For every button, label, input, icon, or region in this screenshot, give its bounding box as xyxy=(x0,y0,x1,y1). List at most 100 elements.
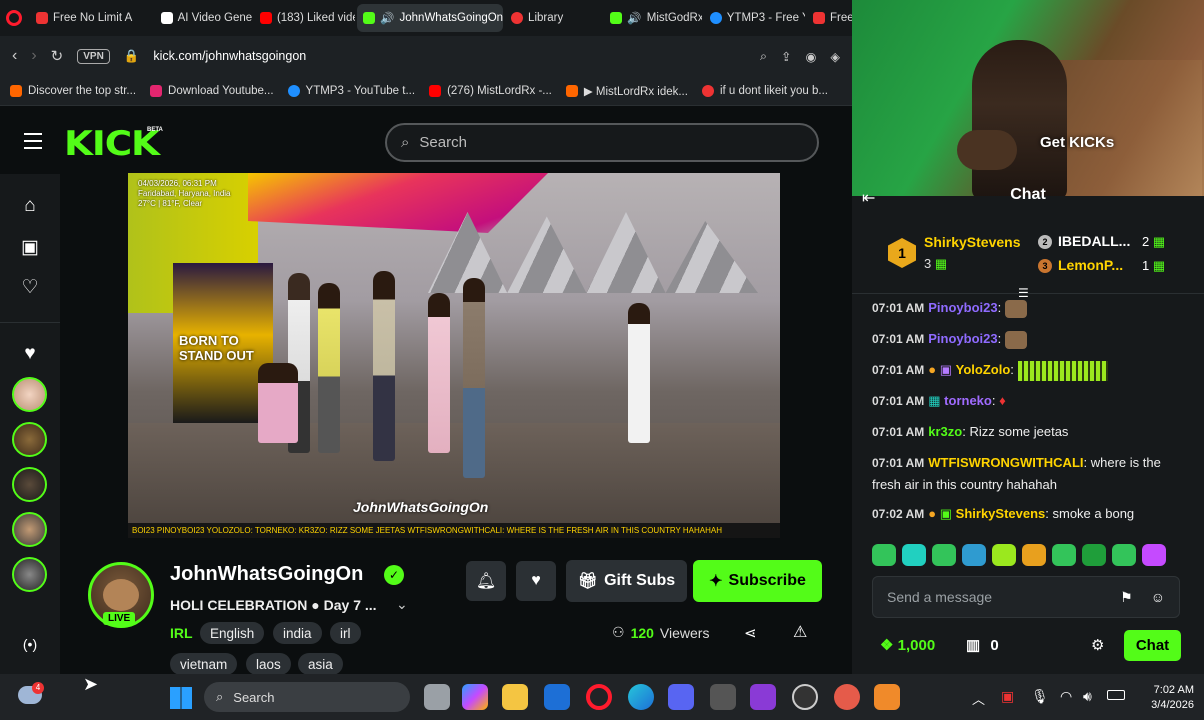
tag-chip[interactable]: laos xyxy=(246,653,291,675)
microphone-icon[interactable]: 🎙︎ xyxy=(1031,688,1049,705)
browser-tab[interactable]: Free No Limit xyxy=(807,4,852,32)
emote-button[interactable] xyxy=(932,544,956,566)
chat-message[interactable]: 07:01 AM Pinoyboi23: xyxy=(872,297,1188,319)
tag-chip[interactable]: irl xyxy=(330,622,361,644)
browser-tab[interactable]: AI Video Gener xyxy=(155,4,252,32)
emote-button[interactable] xyxy=(1082,544,1106,566)
msg-user[interactable]: torneko xyxy=(944,393,992,408)
camera-icon[interactable]: ◉ xyxy=(805,49,816,64)
url-field[interactable]: kick.com/johnwhatsgoingon xyxy=(153,49,746,63)
chat-message-input[interactable]: Send a message ⚑ ☺ xyxy=(872,576,1180,618)
volume-icon[interactable]: 🔊︎ xyxy=(1083,688,1092,705)
opera-icon[interactable] xyxy=(586,684,612,710)
emote-button[interactable] xyxy=(1022,544,1046,566)
speaker-icon[interactable]: 🔊 xyxy=(627,11,641,25)
camera-app-icon[interactable] xyxy=(710,684,736,710)
leader-name[interactable]: LemonP... xyxy=(1058,257,1123,273)
forward-icon[interactable]: › xyxy=(31,47,36,65)
wifi-icon[interactable]: ◠ xyxy=(1060,688,1072,705)
tray-app-icon[interactable]: ▣ xyxy=(1001,688,1014,705)
tag-chip[interactable]: vietnam xyxy=(170,653,238,675)
category-link[interactable]: IRL xyxy=(170,625,193,641)
emote-button[interactable] xyxy=(962,544,986,566)
back-icon[interactable]: ‹ xyxy=(12,47,17,65)
browser-tab-active[interactable]: 🔊 JohnWhatsGoingOn xyxy=(357,4,504,32)
emote-button[interactable] xyxy=(1142,544,1166,566)
bookmark-item[interactable]: if u dont likeit you b... xyxy=(701,84,828,97)
msg-user[interactable]: ShirkyStevens xyxy=(956,506,1046,521)
chat-message[interactable]: 07:01 AM kr3zo: Rizz some jeetas xyxy=(872,421,1188,443)
app-icon[interactable] xyxy=(750,684,776,710)
chat-settings-icon[interactable]: ⚙ xyxy=(1091,636,1104,654)
share-icon[interactable]: ⇪ xyxy=(781,49,791,64)
followed-channel-avatar[interactable] xyxy=(12,512,47,547)
follow-button[interactable]: ♥ xyxy=(516,561,556,601)
emote-button[interactable] xyxy=(1112,544,1136,566)
followed-channel-avatar[interactable] xyxy=(12,557,47,592)
chat-message[interactable]: 07:01 AM Pinoyboi23: xyxy=(872,328,1188,350)
leader-name[interactable]: IBEDALL... xyxy=(1058,233,1130,249)
site-search-input[interactable]: ⌕ Search xyxy=(385,123,819,162)
send-chat-button[interactable]: Chat xyxy=(1124,630,1181,661)
windows-start-icon[interactable] xyxy=(170,687,192,709)
msg-user[interactable]: WTFISWRONGWITHCALI xyxy=(928,455,1083,470)
tag-chip[interactable]: asia xyxy=(298,653,343,675)
kick-logo[interactable]: KICK xyxy=(64,124,160,164)
bookmark-item[interactable]: Download Youtube... xyxy=(150,84,274,97)
outlook-icon[interactable] xyxy=(544,684,570,710)
discord-icon[interactable] xyxy=(668,684,694,710)
following-heart-icon[interactable]: ♡ xyxy=(18,276,42,300)
browser-tab[interactable]: YTMP3 - Free Y xyxy=(704,4,805,32)
zoom-icon[interactable]: ⌕ xyxy=(760,49,767,64)
followed-channel-avatar[interactable] xyxy=(12,467,47,502)
chevron-down-icon[interactable]: ⌄ xyxy=(396,596,408,613)
vpn-badge[interactable]: VPN xyxy=(77,48,110,64)
file-explorer-icon[interactable] xyxy=(424,684,450,710)
notification-bell-button[interactable]: 🔔︎ xyxy=(466,561,506,601)
channel-name[interactable]: JohnWhatsGoingOn xyxy=(170,563,363,586)
msg-user[interactable]: Pinoyboi23 xyxy=(928,300,997,315)
taskbar-clock[interactable]: 7:02 AM 3/4/2026 xyxy=(1140,683,1194,713)
tag-chip[interactable]: English xyxy=(200,622,265,644)
copilot-icon[interactable] xyxy=(462,684,488,710)
obs-icon[interactable] xyxy=(792,684,818,710)
share-icon[interactable]: ⋖ xyxy=(744,624,757,642)
bookmark-item[interactable]: YTMP3 - YouTube t... xyxy=(287,84,415,97)
tag-chip[interactable]: india xyxy=(273,622,322,644)
emoji-picker-icon[interactable]: ☺ xyxy=(1151,589,1165,605)
emote-button[interactable] xyxy=(872,544,896,566)
bookmark-item[interactable]: ▶ MistLordRx idek... xyxy=(565,84,688,98)
browser-tab[interactable]: Library xyxy=(505,4,602,32)
collapse-sidebar-icon[interactable]: (•) xyxy=(18,632,42,656)
kicks-balance[interactable]: ❖ 1,000 xyxy=(880,636,935,654)
reload-icon[interactable]: ↻ xyxy=(51,47,64,65)
report-icon[interactable]: ⚠ xyxy=(793,622,807,642)
edge-icon[interactable] xyxy=(628,684,654,710)
home-icon[interactable]: ⌂ xyxy=(18,194,42,218)
tray-chevron-up-icon[interactable]: ︿ xyxy=(972,689,985,708)
gift-subs-button[interactable]: 🎁︎ Gift Subs xyxy=(566,560,687,602)
folder-icon[interactable] xyxy=(502,684,528,710)
menu-icon[interactable] xyxy=(24,133,42,149)
chat-message[interactable]: 07:01 AM WTFISWRONGWITHCALI: where is the… xyxy=(872,452,1188,495)
browse-icon[interactable]: ▣ xyxy=(18,236,42,260)
opera-logo-icon[interactable] xyxy=(6,10,22,26)
translate-icon[interactable]: ⚑ xyxy=(1120,589,1133,606)
emote-button[interactable] xyxy=(902,544,926,566)
chat-message[interactable]: 07:02 AM ● ▣ ShirkyStevens: smoke a bong xyxy=(872,503,1188,525)
speaker-icon[interactable]: 🔊 xyxy=(380,11,394,25)
browser-tab[interactable]: (183) Liked vide xyxy=(254,4,355,32)
gift-count[interactable]: ▥ 0 xyxy=(966,636,999,654)
chat-message[interactable]: 07:01 AM ▦ torneko: ♦ xyxy=(872,390,1188,412)
taskbar-search[interactable]: ⌕ Search xyxy=(204,682,410,712)
chat-message[interactable]: 07:01 AM ● ▣ YoloZolo: xyxy=(872,359,1188,381)
emote-button[interactable] xyxy=(1052,544,1076,566)
browser-tab[interactable]: Free No Limit A xyxy=(30,4,153,32)
leader-name[interactable]: ShirkyStevens xyxy=(924,234,1021,250)
app-icon[interactable] xyxy=(874,684,900,710)
following-heart-filled-icon[interactable]: ♥ xyxy=(18,342,42,366)
msg-user[interactable]: Pinoyboi23 xyxy=(928,331,997,346)
app-icon[interactable] xyxy=(834,684,860,710)
browser-tab[interactable]: 🔊 MistGodRx xyxy=(604,4,702,32)
shield-icon[interactable]: ◈ xyxy=(830,49,840,64)
